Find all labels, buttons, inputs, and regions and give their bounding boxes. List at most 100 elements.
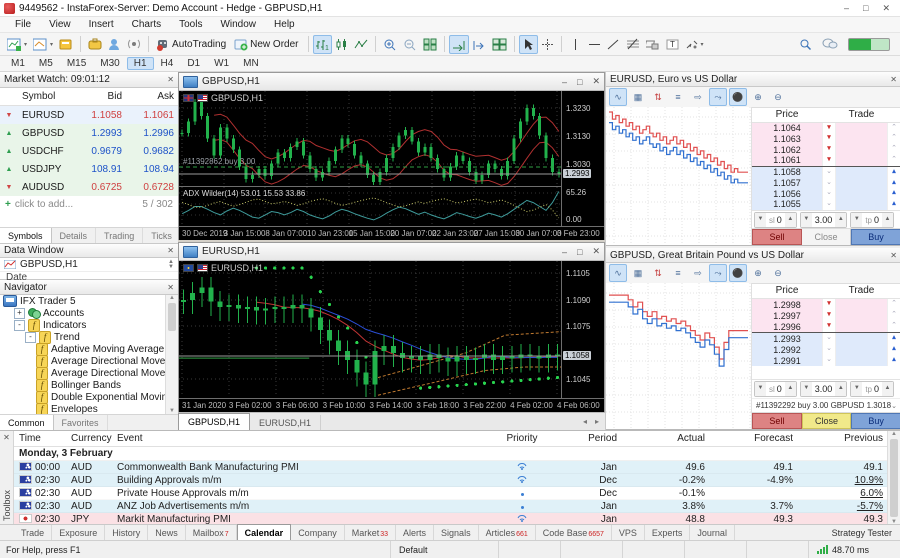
spinner-down-icon[interactable]: ▼ xyxy=(801,213,812,227)
tree-expander-icon[interactable]: - xyxy=(14,320,25,331)
buy-chevron-icon[interactable]: ▴ xyxy=(887,188,900,199)
broadcast-button[interactable] xyxy=(124,35,144,54)
search-icon[interactable] xyxy=(799,38,812,51)
market-watch-row[interactable]: ▼EURUSD1.10581.1061 xyxy=(0,106,178,124)
menu-charts[interactable]: Charts xyxy=(123,18,170,31)
calendar-event-row[interactable]: 02:30AUDPrivate House Approvals m/mDec-0… xyxy=(14,487,888,500)
orders-icon[interactable]: ⇨ xyxy=(689,264,707,282)
chart-tab-gbpusd-h1[interactable]: GBPUSD,H1 xyxy=(178,413,250,430)
market-watch-add-row[interactable]: + click to add... 5 / 302 xyxy=(0,196,178,213)
spinner-down-icon[interactable]: ▼ xyxy=(851,213,862,227)
new-order-button[interactable]: New Order xyxy=(231,35,303,54)
up-chevron-icon[interactable]: ⌃ xyxy=(887,321,900,332)
timeframe-m15[interactable]: M15 xyxy=(60,57,93,70)
navigator-item[interactable]: fBollinger Bands xyxy=(0,379,166,391)
close-icon[interactable]: ✕ xyxy=(167,246,174,255)
calendar-event-row[interactable]: 00:00AUDCommonwealth Bank Manufacturing … xyxy=(14,461,888,474)
zoom-in-button[interactable] xyxy=(380,35,400,54)
dom-bid-row[interactable]: 1.2992⌄▴ xyxy=(752,344,900,355)
crosshair-button[interactable] xyxy=(538,35,557,54)
down-chevron-icon[interactable]: ⌄ xyxy=(822,333,836,344)
zoom-out-icon[interactable]: ⊖ xyxy=(769,88,787,106)
toolbox-tab-market[interactable]: Market33 xyxy=(345,525,396,540)
up-chevron-icon[interactable]: ⌃ xyxy=(887,310,900,321)
timeframe-m5[interactable]: M5 xyxy=(32,57,60,70)
dom-bid-row[interactable]: 1.1056⌄▴ xyxy=(752,188,900,199)
maximize-icon[interactable]: □ xyxy=(863,3,868,14)
toolbox-tab-articles[interactable]: Articles661 xyxy=(479,525,536,540)
up-chevron-icon[interactable]: ⌃ xyxy=(887,123,900,134)
take-profit-spinner[interactable]: ▼tp0▲ xyxy=(850,381,894,397)
menu-tools[interactable]: Tools xyxy=(170,18,211,31)
dom-ask-row[interactable]: 1.2997▾⌃ xyxy=(752,310,900,321)
navigator-item[interactable]: +Accounts xyxy=(0,307,166,319)
toolbox-tab-calendar[interactable]: Calendar xyxy=(237,524,292,541)
chevron-down-icon[interactable]: ⌄ xyxy=(891,402,897,410)
zoom-out-icon[interactable]: ⊖ xyxy=(769,264,787,282)
chart-tab-eurusd-h1[interactable]: EURUSD,H1 xyxy=(250,415,321,430)
buy-button[interactable]: Buy xyxy=(851,413,900,429)
close-icon[interactable]: ✕ xyxy=(592,246,600,257)
dom-bid-row[interactable]: 1.1057⌄▴ xyxy=(752,178,900,189)
navigator-item[interactable]: -fIndicators xyxy=(0,319,166,331)
scroll-right-icon[interactable]: ▸ xyxy=(595,417,599,426)
community-button[interactable] xyxy=(105,35,124,54)
dom-bid-row[interactable]: 1.2991⌄▴ xyxy=(752,355,900,366)
buy-chevron-icon[interactable]: ▴ xyxy=(887,178,900,189)
navigator-tab-common[interactable]: Common xyxy=(0,415,54,430)
buy-chevron-icon[interactable]: ▴ xyxy=(887,355,900,366)
close-button[interactable]: Close xyxy=(802,413,852,429)
navigator-tab-favorites[interactable]: Favorites xyxy=(54,415,108,430)
table-mode-icon[interactable]: ▦ xyxy=(629,264,647,282)
spinner-up-icon[interactable]: ▲ xyxy=(835,382,846,396)
tick-chart-icon[interactable]: ⤳ xyxy=(709,264,727,282)
line-chart-button[interactable] xyxy=(351,35,371,54)
sell-chevron-icon[interactable]: ▾ xyxy=(822,310,836,321)
chart-mode-icon[interactable]: ∿ xyxy=(609,88,627,106)
timeframe-h4[interactable]: H4 xyxy=(154,57,181,70)
up-chevron-icon[interactable]: ⌃ xyxy=(887,144,900,155)
timeframe-m30[interactable]: M30 xyxy=(93,57,126,70)
spinner-up-icon[interactable]: ▲ xyxy=(785,213,796,227)
sell-chevron-icon[interactable]: ▾ xyxy=(822,155,836,166)
vertical-line-button[interactable] xyxy=(566,35,585,54)
chart-shift-button[interactable] xyxy=(469,35,489,54)
timeframe-d1[interactable]: D1 xyxy=(180,57,207,70)
menu-insert[interactable]: Insert xyxy=(80,18,123,31)
dom-ask-row[interactable]: 1.1061▾⌃ xyxy=(752,155,900,167)
close-button[interactable]: Close xyxy=(802,229,851,245)
spinner-down-icon[interactable]: ▼ xyxy=(755,213,766,227)
market-watch-tab-symbols[interactable]: Symbols xyxy=(0,228,52,243)
close-icon[interactable]: ✕ xyxy=(3,433,10,442)
orders-icon[interactable]: ⇨ xyxy=(689,88,707,106)
open-position-row[interactable]: #11392292 buy 3.00 GBPUSD 1.3018⌄ xyxy=(752,398,900,412)
table-mode-icon[interactable]: ▦ xyxy=(629,88,647,106)
close-icon[interactable]: ✕ xyxy=(890,251,897,260)
menu-view[interactable]: View xyxy=(40,18,80,31)
sell-button[interactable]: Sell xyxy=(752,229,802,245)
close-icon[interactable]: ✕ xyxy=(167,283,174,292)
down-chevron-icon[interactable]: ⌄ xyxy=(822,167,836,178)
spinner-down-icon[interactable]: ▼ xyxy=(755,382,766,396)
dom-ask-row[interactable]: 1.1063▾⌃ xyxy=(752,133,900,144)
menu-file[interactable]: File xyxy=(6,18,40,31)
sell-chevron-icon[interactable]: ▾ xyxy=(822,123,836,134)
sell-chevron-icon[interactable]: ▾ xyxy=(822,321,836,332)
navigator-item[interactable]: -fTrend xyxy=(0,331,166,343)
candlestick-chart-button[interactable] xyxy=(332,35,351,54)
buy-chevron-icon[interactable]: ▴ xyxy=(887,333,900,344)
transfer-icon[interactable]: ⇅ xyxy=(649,88,667,106)
minimize-icon[interactable]: – xyxy=(562,247,567,257)
market-watch-row[interactable]: ▲USDJPY108.91108.94 xyxy=(0,160,178,178)
bar-chart-button[interactable]: 1 xyxy=(313,35,332,54)
toolbox-tab-trade[interactable]: Trade xyxy=(14,525,52,540)
down-chevron-icon[interactable]: ⌄ xyxy=(822,178,836,189)
toolbox-tab-experts[interactable]: Experts xyxy=(645,525,691,540)
toolbox-tab-news[interactable]: News xyxy=(148,525,186,540)
tile-windows-button[interactable] xyxy=(420,35,440,54)
navigator-item[interactable]: fDouble Exponential Moving Av xyxy=(0,391,166,403)
zoom-out-button[interactable] xyxy=(400,35,420,54)
take-profit-spinner[interactable]: ▼tp0▲ xyxy=(850,212,894,228)
maximize-icon[interactable]: □ xyxy=(577,247,582,257)
market-watch-tab-details[interactable]: Details xyxy=(52,228,97,243)
